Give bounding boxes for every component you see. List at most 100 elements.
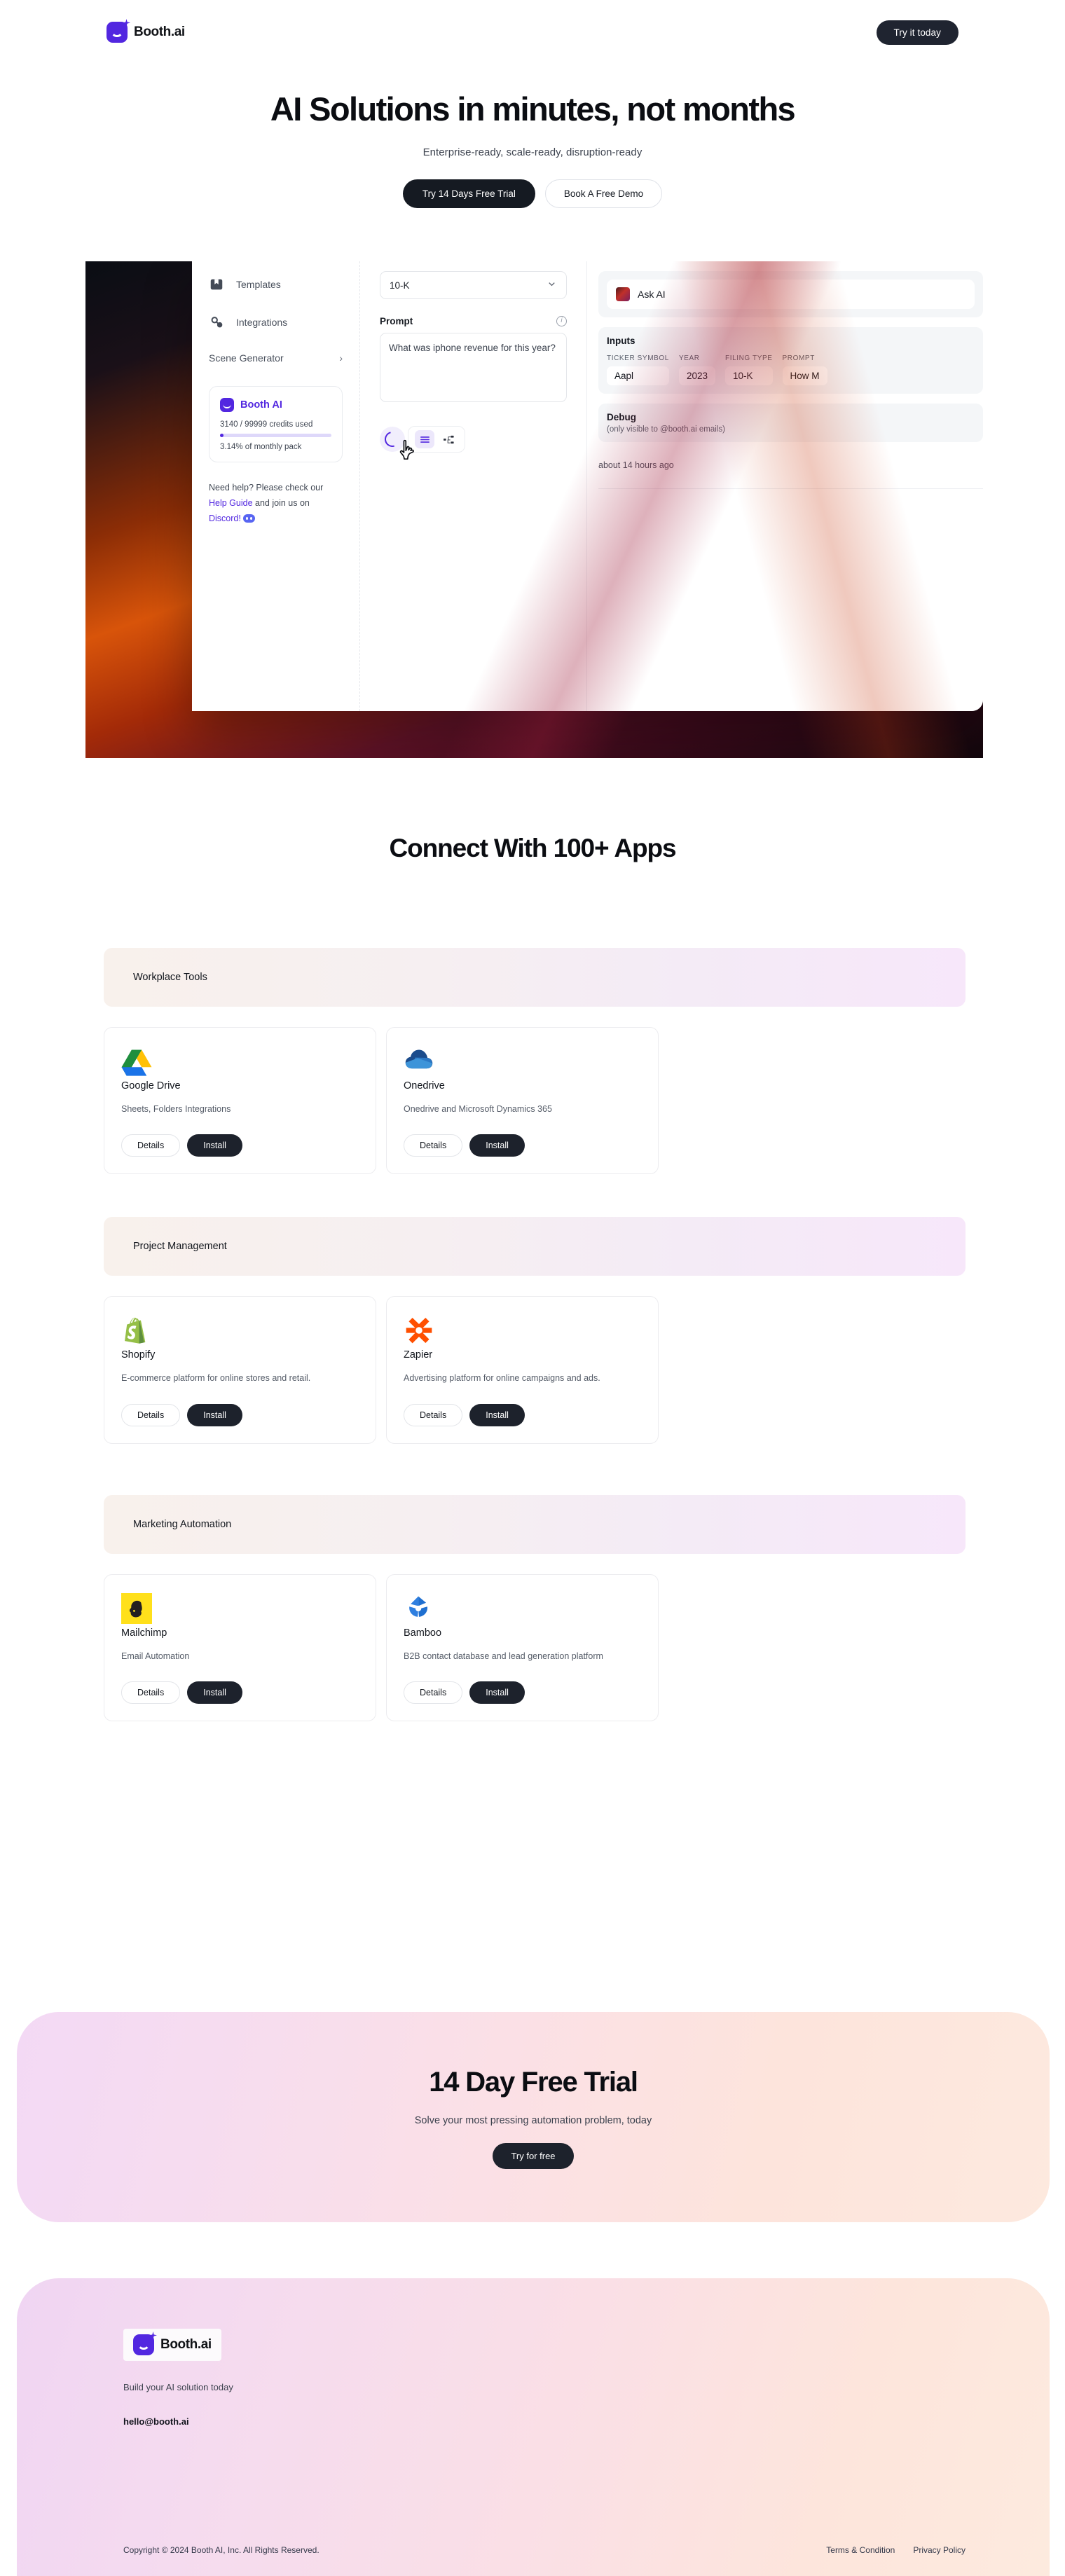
privacy-link[interactable]: Privacy Policy	[913, 2545, 966, 2555]
footer-tagline: Build your AI solution today	[123, 2382, 233, 2392]
discord-icon	[242, 514, 255, 523]
app-card-mailchimp[interactable]: Mailchimp Email Automation Details Insta…	[104, 1573, 376, 1721]
app-name: Onedrive	[404, 1080, 445, 1091]
footer-bottom-bar: Copyright © 2024 Booth AI, Inc. All Righ…	[123, 2545, 966, 2555]
input-value[interactable]: 10-K	[724, 366, 773, 385]
panel-divider	[598, 488, 983, 489]
hero-cta-group: Try 14 Days Free Trial Book A Free Demo	[0, 179, 1065, 208]
zapier-icon	[404, 1318, 434, 1349]
app-right-panel: Ask AI Inputs TICKER SYMBOL Aapl YEAR 20…	[587, 261, 983, 711]
help-guide-link[interactable]: Help Guide	[209, 498, 253, 508]
input-prompt: PROMPT How M	[782, 354, 827, 385]
view-toolbar	[380, 426, 567, 460]
try-it-today-button[interactable]: Try it today	[876, 20, 958, 45]
category-label: Project Management	[133, 1241, 227, 1253]
sidebar-item-scene-generator[interactable]: Scene Generator ›	[209, 352, 343, 364]
templates-icon	[209, 277, 224, 292]
input-value[interactable]: How M	[782, 366, 827, 385]
debug-card: Debug (only visible to @booth.ai emails)	[598, 404, 983, 442]
app-name: Zapier	[404, 1349, 433, 1361]
shopify-icon	[121, 1318, 152, 1349]
input-value[interactable]: 2023	[678, 366, 715, 385]
brand-logo[interactable]: Booth.ai	[106, 19, 185, 43]
app-card-onedrive[interactable]: Onedrive Onedrive and Microsoft Dynamics…	[386, 1027, 659, 1175]
inputs-card: Inputs TICKER SYMBOL Aapl YEAR 2023 FILI…	[598, 327, 983, 394]
install-button[interactable]: Install	[187, 1403, 242, 1426]
input-label: FILING TYPE	[724, 354, 773, 362]
sidebar-item-templates[interactable]: Templates	[209, 277, 343, 292]
install-button[interactable]: Install	[469, 1134, 525, 1157]
category-banner-workplace-tools: Workplace Tools	[104, 948, 966, 1007]
category-label: Workplace Tools	[133, 972, 207, 983]
category-banner-project-management: Project Management	[104, 1217, 966, 1276]
install-button[interactable]: Install	[187, 1681, 242, 1704]
onedrive-icon	[404, 1049, 434, 1080]
sidebar-help-text: Need help? Please check our Help Guide a…	[209, 481, 343, 527]
sidebar-item-integrations[interactable]: Integrations	[209, 315, 343, 330]
details-button[interactable]: Details	[404, 1403, 463, 1426]
run-timestamp: about 14 hours ago	[598, 460, 674, 470]
app-card-row: Shopify E-commerce platform for online s…	[104, 1296, 966, 1444]
terms-link[interactable]: Terms & Condition	[826, 2545, 895, 2555]
ask-ai-row[interactable]: Ask AI	[607, 280, 975, 309]
footer-brand-logo[interactable]: Booth.ai	[123, 2329, 221, 2361]
app-name: Bamboo	[404, 1627, 442, 1639]
hero-section: AI Solutions in minutes, not months Ente…	[0, 64, 1065, 208]
info-icon[interactable]: i	[556, 316, 567, 326]
free-trial-cta: 14 Day Free Trial Solve your most pressi…	[17, 2012, 1050, 2222]
chevron-right-icon: ›	[339, 352, 343, 364]
try-free-trial-button[interactable]: Try 14 Days Free Trial	[402, 179, 535, 208]
input-filing-type: FILING TYPE 10-K	[724, 354, 773, 385]
bamboo-icon	[404, 1596, 434, 1627]
app-name: Google Drive	[121, 1080, 181, 1091]
help-line-mid: and join us on	[255, 497, 310, 508]
apps-section: Workplace Tools Google Drive Sheets, Fol…	[104, 948, 966, 1721]
discord-link[interactable]: Discord!	[209, 514, 241, 523]
mailchimp-icon	[121, 1592, 152, 1627]
app-name: Mailchimp	[121, 1627, 167, 1639]
input-value[interactable]: Aapl	[607, 366, 669, 385]
input-label: YEAR	[678, 354, 700, 362]
details-button[interactable]: Details	[121, 1681, 181, 1704]
credits-usage: 3140 / 99999 credits used	[220, 420, 313, 429]
debug-title: Debug	[607, 412, 636, 422]
details-button[interactable]: Details	[404, 1681, 463, 1704]
book-demo-button[interactable]: Book A Free Demo	[544, 179, 663, 208]
booth-ai-logo-icon	[220, 398, 234, 412]
install-button[interactable]: Install	[187, 1134, 242, 1157]
category-label: Marketing Automation	[133, 1518, 232, 1530]
app-description: Onedrive and Microsoft Dynamics 365	[404, 1104, 552, 1114]
ask-ai-thumbnail-icon	[616, 287, 630, 301]
product-screenshot: Templates Integrations Scene Generator ›	[85, 261, 983, 758]
booth-smile-logo-icon	[106, 19, 130, 43]
app-card-zapier[interactable]: Zapier Advertising platform for online c…	[386, 1296, 659, 1444]
app-window: Templates Integrations Scene Generator ›	[192, 261, 983, 711]
prompt-input[interactable]: What was iphone revenue for this year?	[380, 333, 567, 402]
chevron-down-icon	[547, 279, 557, 291]
install-button[interactable]: Install	[469, 1681, 525, 1704]
debug-subtitle: (only visible to @booth.ai emails)	[607, 425, 725, 434]
app-card-bamboo[interactable]: Bamboo B2B contact database and lead gen…	[386, 1573, 659, 1721]
filing-type-select[interactable]: 10-K	[380, 271, 567, 299]
category-banner-marketing-automation: Marketing Automation	[104, 1494, 966, 1554]
footer-email[interactable]: hello@booth.ai	[123, 2416, 966, 2427]
details-button[interactable]: Details	[121, 1134, 181, 1157]
sidebar-item-scene-generator-label: Scene Generator	[209, 352, 284, 364]
input-label: TICKER SYMBOL	[607, 354, 669, 362]
app-middle-panel: 10-K Prompt i What was iphone revenue fo…	[360, 261, 587, 711]
app-description: Advertising platform for online campaign…	[404, 1373, 600, 1384]
app-card-google-drive[interactable]: Google Drive Sheets, Folders Integration…	[104, 1027, 376, 1175]
booth-smile-logo-icon	[133, 2332, 157, 2355]
details-button[interactable]: Details	[404, 1134, 463, 1157]
hero-subtitle: Enterprise-ready, scale-ready, disruptio…	[422, 146, 643, 158]
input-ticker-symbol: TICKER SYMBOL Aapl	[607, 354, 669, 385]
footer-copyright: Copyright © 2024 Booth AI, Inc. All Righ…	[123, 2545, 320, 2555]
tree-view-icon[interactable]	[439, 430, 458, 448]
prompt-label: Prompt	[380, 316, 413, 326]
install-button[interactable]: Install	[469, 1403, 525, 1426]
details-button[interactable]: Details	[121, 1403, 181, 1426]
app-card-shopify[interactable]: Shopify E-commerce platform for online s…	[104, 1296, 376, 1444]
try-for-free-button[interactable]: Try for free	[493, 2143, 574, 2169]
cta-title: 14 Day Free Trial	[429, 2067, 638, 2098]
app-description: Email Automation	[121, 1651, 190, 1661]
